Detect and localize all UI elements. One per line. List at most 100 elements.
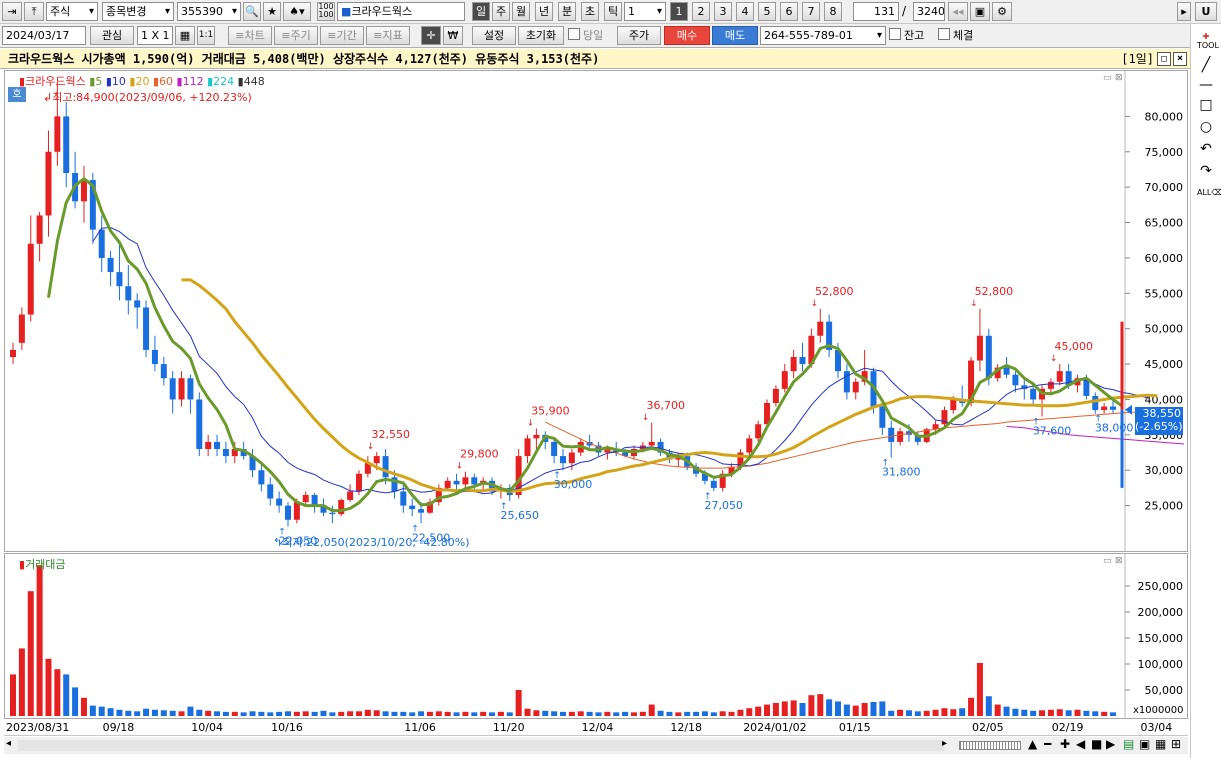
volume-bar: [347, 711, 354, 716]
candle-body: [63, 116, 70, 173]
tool-icon[interactable]: ✚ TOOL: [1197, 32, 1219, 50]
volume-bar: [790, 700, 797, 716]
pin-icon[interactable]: ⇥: [2, 2, 22, 21]
today-checkbox[interactable]: 당일: [568, 26, 603, 45]
grid-layout-field[interactable]: 1 X 1: [137, 26, 173, 45]
interval-select[interactable]: 1: [624, 2, 666, 21]
num-button-3[interactable]: 3: [714, 2, 732, 21]
filled-checkbox[interactable]: 체결: [938, 26, 973, 45]
account-select[interactable]: 264-555-789-01: [760, 26, 886, 45]
zoom-up-icon[interactable]: ▲: [1028, 737, 1037, 751]
volume-bar: [835, 701, 841, 716]
trendline-icon[interactable]: ╱: [1197, 56, 1215, 74]
gear-icon[interactable]: ⚙: [992, 2, 1012, 21]
zoom-out-icon[interactable]: ━: [1044, 737, 1051, 751]
period-minute[interactable]: 분: [558, 2, 576, 21]
num-button-5[interactable]: 5: [758, 2, 776, 21]
circle-icon[interactable]: ○: [1197, 118, 1215, 136]
close-icon[interactable]: ×: [1173, 52, 1187, 66]
volume-bar: [63, 674, 70, 716]
reset-button[interactable]: 초기화: [518, 26, 564, 45]
volume-bar: [364, 709, 371, 716]
save-icon[interactable]: ▣: [970, 2, 990, 21]
erase-all-icon[interactable]: ALL⌫: [1197, 184, 1221, 202]
excel-icon[interactable]: ▤: [1123, 737, 1134, 751]
volume-panel-min-icon[interactable]: ▭: [1103, 556, 1112, 566]
num-button-1[interactable]: 1: [670, 2, 688, 21]
panel-close-icon[interactable]: ⊠: [1115, 73, 1123, 83]
change-select[interactable]: 종목변경: [102, 2, 174, 21]
crosshair-icon[interactable]: ✛: [421, 26, 441, 45]
num-button-4[interactable]: 4: [736, 2, 754, 21]
volume-bar: [914, 711, 921, 716]
scroll-left-icon[interactable]: ◂: [6, 738, 11, 749]
period-week[interactable]: 주: [492, 2, 510, 21]
volume-bar: [27, 591, 34, 716]
volume-panel-close-icon[interactable]: ⊠: [1115, 556, 1123, 566]
rectangle-icon[interactable]: □: [1197, 96, 1215, 114]
chart-scrollbar[interactable]: ◂ ▸ ▲ ━ ✚ ◀ ■ ▶ ▤ ▣ ▦ ⊞: [4, 737, 1188, 754]
watch-button[interactable]: 관심: [90, 26, 134, 45]
code-input[interactable]: 355390: [177, 2, 241, 21]
zoom-in-icon[interactable]: ✚: [1060, 737, 1070, 751]
image-icon[interactable]: ⊞: [1171, 737, 1181, 751]
redo-icon[interactable]: ↷: [1197, 162, 1215, 180]
settings-button[interactable]: 설정: [472, 26, 516, 45]
maximize-icon[interactable]: □: [1157, 52, 1171, 66]
volume-chart-panel[interactable]: 50,000 100,000 150,000 200,000 250,000 ▮거래대금…: [4, 553, 1188, 719]
panel-min-icon[interactable]: ▭: [1103, 73, 1112, 83]
date-input[interactable]: 2024/03/17: [2, 26, 86, 45]
volume-chart[interactable]: 50,000 100,000 150,000 200,000 250,000: [5, 554, 1187, 718]
zoom-slider[interactable]: [959, 741, 1021, 750]
user-button[interactable]: U: [1195, 2, 1217, 21]
range-button[interactable]: ≡기간: [320, 26, 364, 45]
chart-button[interactable]: ≡차트: [228, 26, 272, 45]
spade-icon[interactable]: ♠▾: [283, 2, 311, 21]
period-month[interactable]: 월: [512, 2, 530, 21]
num-button-8[interactable]: 8: [824, 2, 842, 21]
sell-button[interactable]: 매도: [712, 26, 758, 45]
forward-icon[interactable]: ▶: [1106, 737, 1115, 751]
top-icon[interactable]: ⤒: [24, 2, 44, 21]
num-button-2[interactable]: 2: [692, 2, 710, 21]
calendar-icon[interactable]: ▦: [175, 26, 195, 45]
volume-bar: [728, 711, 735, 716]
search-icon[interactable]: 🔍: [243, 2, 261, 21]
prev-icon[interactable]: ◂◂: [948, 2, 968, 21]
price-tick-label: 30,000: [1145, 464, 1184, 477]
stock-name-field[interactable]: ■크라우드웍스: [337, 2, 465, 21]
price-chart[interactable]: 25,00030,00035,00040,00045,00050,00055,0…: [5, 71, 1187, 551]
scroll-right-icon[interactable]: ▸: [942, 738, 947, 749]
grid-icon[interactable]: 100 100: [317, 2, 335, 21]
period-tick[interactable]: 틱: [604, 2, 622, 21]
price-button[interactable]: 주가: [617, 26, 661, 45]
scroll-track[interactable]: [18, 740, 944, 751]
volume-bar: [861, 703, 868, 716]
save-chart-icon[interactable]: ▣: [1139, 737, 1150, 751]
star-icon[interactable]: ★: [263, 2, 281, 21]
type-select[interactable]: 주식: [46, 2, 98, 21]
period-second[interactable]: 초: [581, 2, 599, 21]
price-chart-panel[interactable]: 25,000 30,000 35,000 40,000 45,000 50,000 55,0…: [4, 70, 1188, 552]
num-button-7[interactable]: 7: [802, 2, 820, 21]
period-day[interactable]: 일: [472, 2, 490, 21]
expand-icon[interactable]: ▸: [1177, 2, 1191, 21]
candle-body: [151, 349, 158, 365]
count-input[interactable]: 131: [853, 2, 899, 21]
undo-icon[interactable]: ↶: [1197, 140, 1215, 158]
indicator-button[interactable]: ≡지표: [366, 26, 410, 45]
one-to-one-button[interactable]: 1:1: [197, 26, 215, 45]
buy-button[interactable]: 매수: [664, 26, 710, 45]
candle-body: [134, 300, 141, 308]
print-icon[interactable]: ▦: [1155, 737, 1166, 751]
stop-icon[interactable]: ■: [1091, 737, 1102, 751]
period-year[interactable]: 년: [535, 2, 553, 21]
hoga-tag[interactable]: 호: [8, 87, 26, 102]
volume-bar: [196, 709, 203, 716]
balance-checkbox[interactable]: 잔고: [889, 26, 924, 45]
period-settings-button[interactable]: ≡주기: [274, 26, 318, 45]
horizontal-line-icon[interactable]: —: [1197, 76, 1215, 94]
won-button[interactable]: ₩: [443, 26, 463, 45]
play-icon[interactable]: ◀: [1076, 737, 1085, 751]
num-button-6[interactable]: 6: [780, 2, 798, 21]
